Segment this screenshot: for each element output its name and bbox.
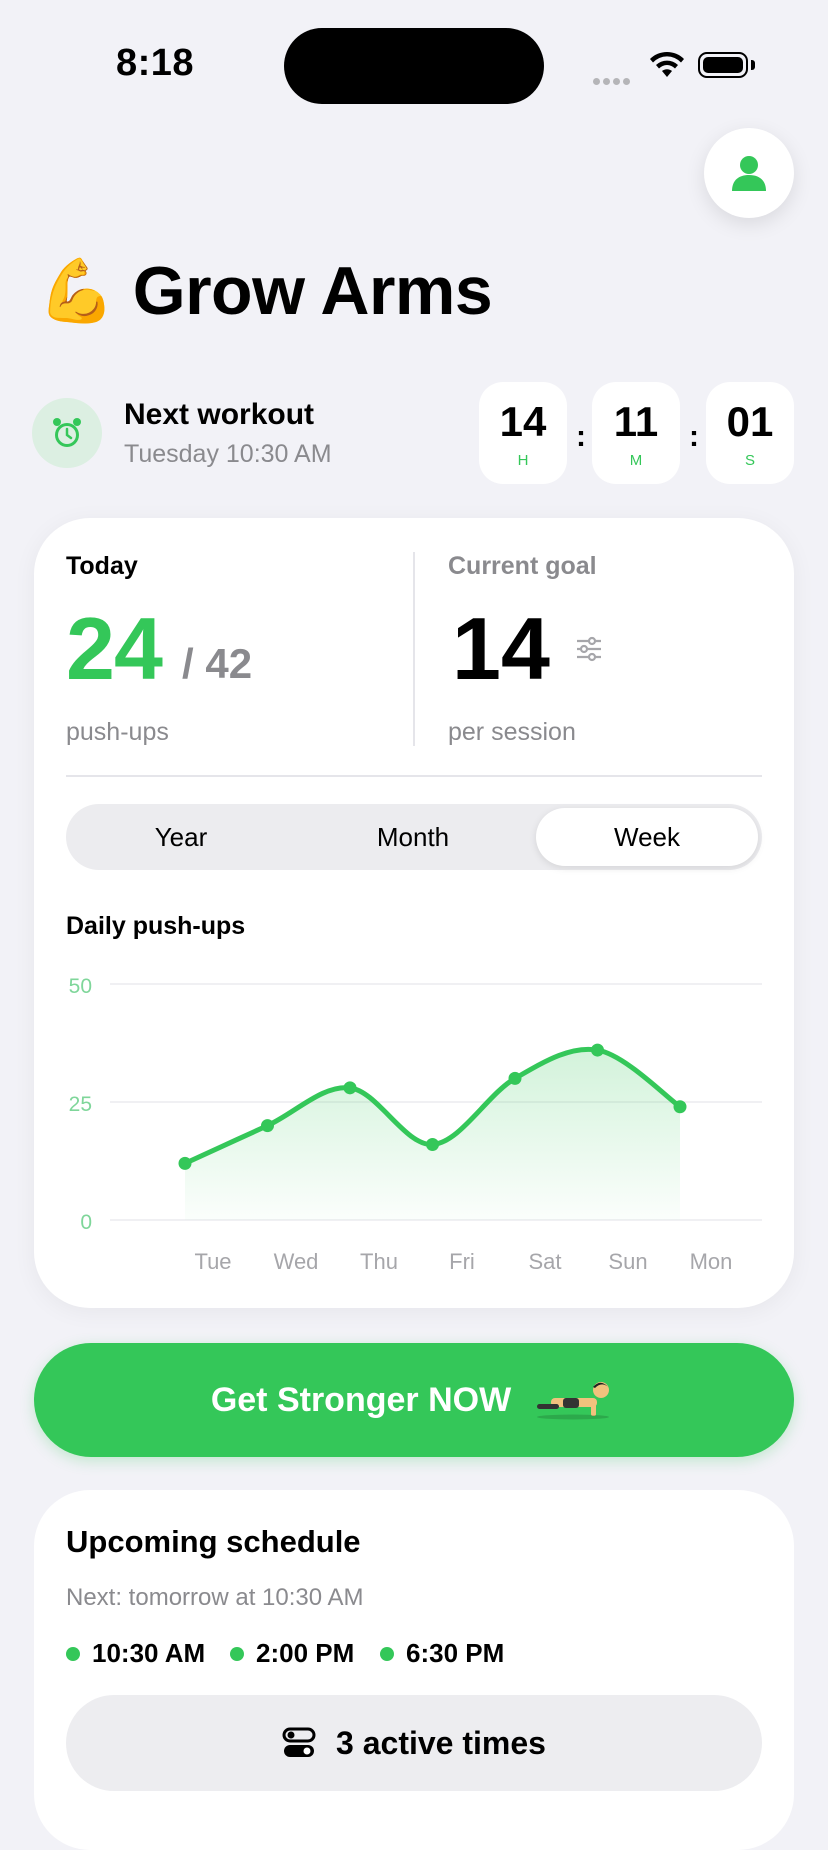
x-tick-label: Sat [528, 1249, 561, 1274]
schedule-time-label: 6:30 PM [406, 1638, 505, 1668]
status-dot-icon [230, 1646, 244, 1661]
schedule-time-item: 10:30 AM [66, 1638, 205, 1669]
data-point [673, 1100, 687, 1114]
toggle-switches-icon [282, 1727, 316, 1757]
schedule-title: Upcoming schedule [66, 1524, 361, 1559]
status-dot-icon [66, 1646, 80, 1661]
y-tick-label: 25 [69, 1093, 92, 1116]
data-point [508, 1071, 522, 1085]
data-point [343, 1081, 357, 1095]
daily-pushups-chart: 0 25 50 Tue Wed Thu Fri Sat Sun Mon [69, 975, 762, 1274]
get-stronger-label: Get Stronger NOW [210, 1380, 512, 1419]
x-tick-label: Fri [449, 1249, 475, 1274]
x-tick-label: Sun [608, 1249, 647, 1274]
status-dot-icon [380, 1646, 394, 1661]
schedule-time-item: 2:00 PM [230, 1638, 354, 1669]
data-point [261, 1119, 274, 1133]
data-point [426, 1137, 439, 1151]
data-point [178, 1156, 192, 1170]
schedule-time-label: 10:30 AM [92, 1638, 206, 1668]
active-times-button[interactable]: 3 active times [66, 1695, 762, 1791]
schedule-time-label: 2:00 PM [256, 1638, 355, 1668]
y-tick-label: 50 [69, 975, 92, 998]
schedule-time-item: 6:30 PM [380, 1638, 504, 1669]
schedule-next: Next: tomorrow at 10:30 AM [66, 1584, 364, 1611]
series-area [185, 1049, 680, 1220]
pushup-person-icon [537, 1382, 610, 1420]
y-tick-label: 0 [80, 1211, 92, 1234]
x-tick-label: Wed [274, 1249, 319, 1274]
active-times-label: 3 active times [336, 1724, 546, 1761]
x-tick-label: Mon [690, 1249, 733, 1274]
x-tick-label: Tue [194, 1249, 231, 1274]
get-stronger-button[interactable]: Get Stronger NOW [34, 1343, 794, 1457]
data-point [591, 1043, 604, 1057]
x-tick-label: Thu [360, 1249, 398, 1274]
